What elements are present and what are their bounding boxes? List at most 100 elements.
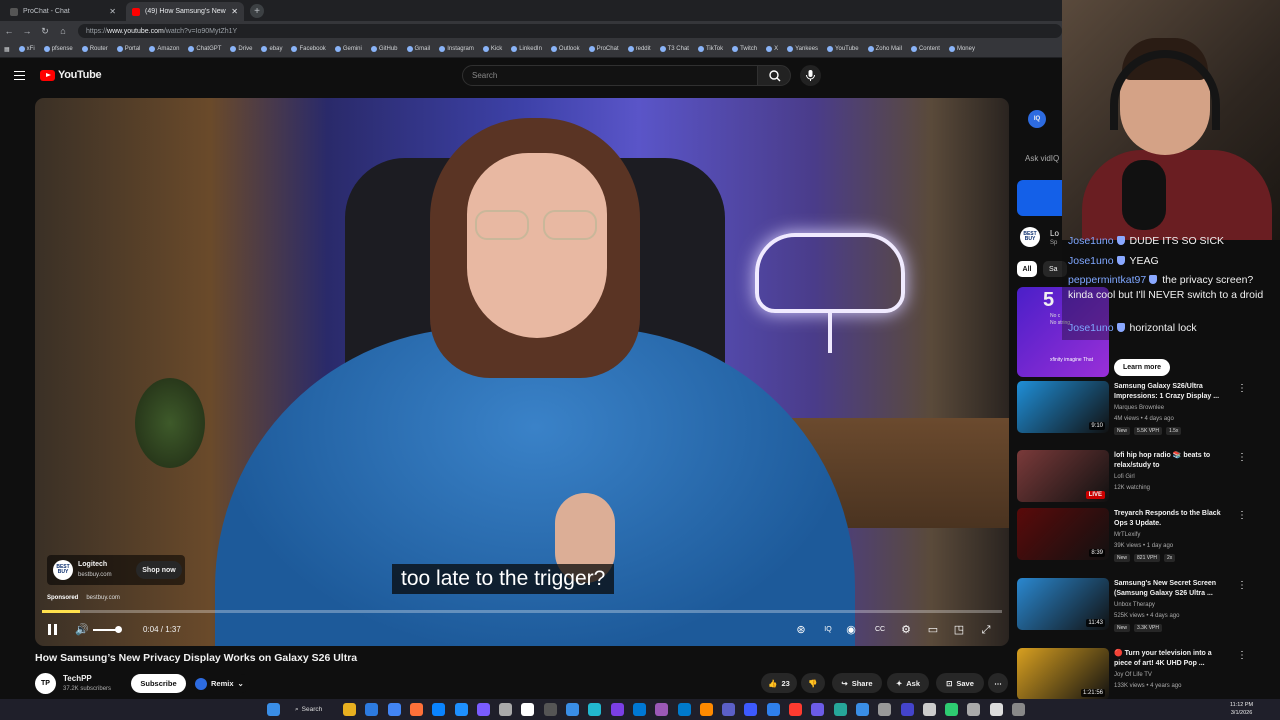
url-field[interactable]: https://www.youtube.com/watch?v=Io90MytZ… xyxy=(78,24,1062,38)
bookmark-item[interactable]: Yankees xyxy=(787,46,818,52)
video-player[interactable]: BEST BUY Logitech bestbuy.com Shop now S… xyxy=(35,98,1009,646)
more-actions-button[interactable]: ⋯ xyxy=(988,673,1008,693)
bookmark-item[interactable]: ProChat xyxy=(588,46,619,52)
taskbar-app-icon[interactable] xyxy=(610,703,624,716)
close-tab-icon[interactable]: ✕ xyxy=(109,7,116,16)
iq-icon[interactable]: IQ xyxy=(820,622,836,638)
taskbar-app-icon[interactable] xyxy=(432,703,446,716)
taskbar-app-icon[interactable] xyxy=(855,703,869,716)
taskbar-app-icon[interactable] xyxy=(744,703,758,716)
save-button[interactable]: ⊡ Save xyxy=(936,673,984,693)
taskbar-app-icon[interactable] xyxy=(1012,703,1025,716)
video-thumbnail[interactable]: LIVE xyxy=(1017,450,1109,502)
video-thumbnail[interactable]: 9:10 xyxy=(1017,381,1109,433)
taskbar-app-icon[interactable] xyxy=(878,703,892,716)
recommended-title[interactable]: lofi hip hop radio 📚 beats to relax/stud… xyxy=(1114,451,1229,471)
more-options-icon[interactable]: ⋮ xyxy=(1237,580,1247,591)
settings-icon[interactable]: ⚙ xyxy=(898,622,914,638)
tab-youtube[interactable]: (49) How Samsung's New P ✕ xyxy=(126,2,244,21)
ad-overlay[interactable]: BEST BUY Logitech bestbuy.com Shop now xyxy=(47,555,185,585)
bookmark-item[interactable]: Zoho Mail xyxy=(867,46,902,52)
taskbar-app-icon[interactable] xyxy=(699,703,713,716)
taskbar-app-icon[interactable] xyxy=(476,703,490,716)
sponsored-domain[interactable]: bestbuy.com xyxy=(86,595,120,601)
recommended-channel[interactable]: MrTLexify xyxy=(1114,532,1140,538)
vidiq-extension-icon[interactable]: ⊛ xyxy=(793,622,809,638)
bookmark-item[interactable]: ebay xyxy=(261,46,282,52)
bookmark-item[interactable]: GitHub xyxy=(370,46,398,52)
bookmark-item[interactable]: Amazon xyxy=(149,46,179,52)
new-tab-button[interactable]: + xyxy=(250,4,264,18)
bookmark-item[interactable]: Content xyxy=(910,46,940,52)
bookmark-item[interactable]: Portal xyxy=(116,46,140,52)
taskbar-app-icon[interactable] xyxy=(409,703,423,716)
search-button[interactable] xyxy=(757,65,791,86)
video-thumbnail[interactable]: 11:43 xyxy=(1017,578,1109,630)
subscribe-button[interactable]: Subscribe xyxy=(131,674,186,693)
bookmark-item[interactable]: Facebook xyxy=(291,46,326,52)
taskbar-app-icon[interactable] xyxy=(521,703,535,716)
back-icon[interactable]: ← xyxy=(0,26,18,36)
bookmark-item[interactable]: LinkedIn xyxy=(511,46,542,52)
recommended-channel[interactable]: Unbox Therapy xyxy=(1114,602,1155,608)
progress-bar[interactable] xyxy=(42,610,1002,613)
cast-icon[interactable]: ◳ xyxy=(951,622,967,638)
channel-name[interactable]: TechPP xyxy=(63,674,92,683)
bookmark-item[interactable]: Money xyxy=(948,46,975,52)
bookmark-item[interactable]: Kick xyxy=(482,46,502,52)
taskbar-app-icon[interactable] xyxy=(722,703,736,716)
taskbar-app-icon[interactable] xyxy=(922,703,936,716)
taskbar-app-icon[interactable] xyxy=(811,703,825,716)
recommended-video[interactable]: 11:43 Samsung's New Secret Screen (Samsun… xyxy=(1017,578,1257,633)
taskbar-app-icon[interactable] xyxy=(766,703,780,716)
system-clock[interactable]: 11:12 PM 3/1/2026 xyxy=(1230,701,1253,717)
miniplayer-icon[interactable]: ▭ xyxy=(925,622,941,638)
apps-icon[interactable]: ▦ xyxy=(4,46,10,53)
share-button[interactable]: ↪ Share xyxy=(832,673,882,693)
recommended-video[interactable]: 9:10 Samsung Galaxy S26/Ultra Impressions… xyxy=(1017,381,1257,436)
recommended-title[interactable]: Samsung's New Secret Screen (Samsung Gal… xyxy=(1114,579,1229,599)
bookmark-item[interactable]: Instagram xyxy=(439,46,474,52)
taskbar-app-icon[interactable] xyxy=(833,703,847,716)
taskbar-app-icon[interactable] xyxy=(387,703,401,716)
bookmark-item[interactable]: pfsense xyxy=(43,46,73,52)
bookmark-item[interactable]: Gmail xyxy=(406,46,430,52)
taskbar-app-icon[interactable] xyxy=(989,703,1003,716)
taskbar-app-icon[interactable] xyxy=(365,703,379,716)
recommended-channel[interactable]: Joy Of Life TV xyxy=(1114,672,1152,678)
close-tab-icon[interactable]: ✕ xyxy=(231,7,238,16)
recommended-title[interactable]: 🔴 Turn your television into a piece of a… xyxy=(1114,649,1229,669)
channel-avatar[interactable]: TP xyxy=(35,673,56,694)
recommended-channel[interactable]: Marques Brownlee xyxy=(1114,405,1164,411)
bookmark-item[interactable]: Outlook xyxy=(550,46,580,52)
bookmark-item[interactable]: xFi xyxy=(18,46,35,52)
more-options-icon[interactable]: ⋮ xyxy=(1237,510,1247,521)
taskbar-app-icon[interactable] xyxy=(543,703,557,716)
taskbar-app-icon[interactable] xyxy=(588,703,602,716)
home-icon[interactable]: ⌂ xyxy=(54,26,72,36)
remix-button[interactable]: Remix ⌄ xyxy=(192,674,250,693)
vidiq-button[interactable]: IQ xyxy=(1028,110,1046,128)
taskbar-app-icon[interactable] xyxy=(967,703,981,716)
video-thumbnail[interactable]: 8:39 xyxy=(1017,508,1109,560)
learn-more-button[interactable]: Learn more xyxy=(1114,359,1170,376)
bookmark-item[interactable]: T3 Chat xyxy=(659,46,689,52)
captions-icon[interactable]: CC xyxy=(872,622,888,638)
like-button[interactable]: 👍 23 xyxy=(761,673,797,693)
ask-vidiq-input[interactable]: Ask vidIQ xyxy=(1025,154,1059,163)
recommended-video[interactable]: 1:21:56 🔴 Turn your television into a pie… xyxy=(1017,648,1257,703)
bookmark-item[interactable]: Twitch xyxy=(732,46,757,52)
pause-button[interactable] xyxy=(48,624,57,635)
bookmark-item[interactable]: TikTok xyxy=(697,46,723,52)
volume-slider[interactable] xyxy=(93,629,117,631)
taskbar-app-icon[interactable] xyxy=(789,703,802,716)
taskbar-app-icon[interactable] xyxy=(900,703,914,716)
taskbar-app-icon[interactable] xyxy=(343,703,356,716)
youtube-logo[interactable]: YouTube xyxy=(40,69,102,81)
more-options-icon[interactable]: ⋮ xyxy=(1237,452,1247,463)
bookmark-item[interactable]: Drive xyxy=(230,46,252,52)
recommended-channel[interactable]: Lofi Girl xyxy=(1114,474,1135,480)
taskbar-app-icon[interactable] xyxy=(454,703,468,716)
bookmark-item[interactable]: YouTube xyxy=(827,46,859,52)
bookmark-item[interactable]: Router xyxy=(81,46,108,52)
